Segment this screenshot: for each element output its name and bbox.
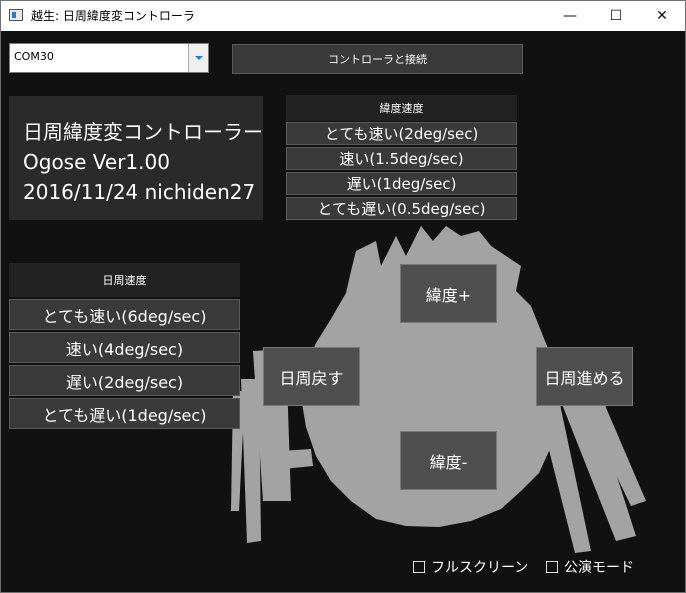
latitude-speed-heading: 緯度速度 (286, 95, 517, 121)
maximize-icon[interactable]: ☐ (593, 1, 639, 31)
performance-mode-checkbox-label: 公演モード (564, 560, 634, 576)
fullscreen-checkbox-label: フルスクリーン (431, 560, 529, 576)
info-title: 日周緯度変コントローラー (23, 120, 263, 144)
app-icon (9, 9, 23, 21)
window-title: 越生: 日周緯度変コントローラ (31, 9, 195, 23)
minimize-icon[interactable]: — (547, 1, 593, 31)
info-panel: 日周緯度変コントローラー Ogose Ver1.00 2016/11/24 ni… (9, 96, 263, 220)
dropdown-arrow-icon[interactable] (188, 44, 208, 72)
connect-button[interactable]: コントローラと接続 (232, 44, 523, 74)
diurnal-speed-very-fast-button[interactable]: とても速い(6deg/sec) (9, 299, 240, 330)
latitude-speed-very-slow-button[interactable]: とても遅い(0.5deg/sec) (286, 197, 517, 220)
diurnal-back-button[interactable]: 日周戻す (263, 347, 360, 406)
fullscreen-checkbox[interactable]: フルスクリーン (413, 557, 528, 577)
app-window: 越生: 日周緯度変コントローラ — ☐ ✕ COM30 コントローラと接続 日周… (0, 0, 686, 593)
diurnal-speed-slow-button[interactable]: 遅い(2deg/sec) (9, 365, 240, 396)
latitude-plus-button[interactable]: 緯度+ (400, 264, 497, 323)
latitude-speed-fast-button[interactable]: 速い(1.5deg/sec) (286, 147, 517, 170)
latitude-speed-very-fast-button[interactable]: とても速い(2deg/sec) (286, 122, 517, 145)
performance-mode-checkbox[interactable]: 公演モード (546, 557, 634, 577)
title-bar: 越生: 日周緯度変コントローラ — ☐ ✕ (1, 1, 685, 31)
latitude-speed-slow-button[interactable]: 遅い(1deg/sec) (286, 172, 517, 195)
info-version: Ogose Ver1.00 (23, 150, 170, 174)
fullscreen-checkbox-box[interactable] (413, 561, 425, 573)
performance-mode-checkbox-box[interactable] (546, 561, 558, 573)
close-icon[interactable]: ✕ (639, 1, 685, 31)
latitude-minus-button[interactable]: 緯度- (400, 431, 497, 490)
diurnal-speed-heading: 日周速度 (9, 263, 240, 297)
diurnal-speed-very-slow-button[interactable]: とても遅い(1deg/sec) (9, 398, 240, 429)
info-date: 2016/11/24 nichiden27 (23, 180, 256, 204)
main-content: COM30 コントローラと接続 日周緯度変コントローラー Ogose Ver1.… (1, 31, 685, 592)
port-select[interactable]: COM30 (9, 43, 209, 73)
port-select-value: COM30 (14, 50, 54, 63)
diurnal-forward-button[interactable]: 日周進める (536, 347, 633, 406)
diurnal-speed-fast-button[interactable]: 速い(4deg/sec) (9, 332, 240, 363)
